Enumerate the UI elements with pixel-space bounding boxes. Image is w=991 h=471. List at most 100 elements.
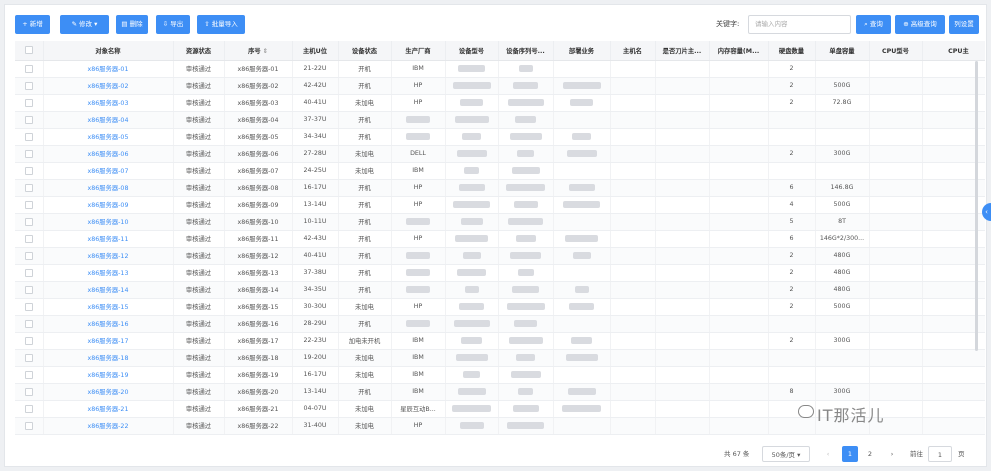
table-row[interactable]: x86服务器-20 审核通过 x86服务器-20 13-14U 开机 IBM 8 300G — [15, 383, 985, 401]
object-name-link[interactable]: x86服务器-19 — [43, 366, 174, 384]
object-name-link[interactable]: x86服务器-22 — [43, 417, 174, 435]
row-checkbox[interactable] — [15, 162, 44, 180]
table-row[interactable]: x86服务器-09 审核通过 x86服务器-09 13-14U 开机 HP 4 500G — [15, 196, 985, 214]
column-header[interactable]: 序号 ⇕ — [224, 41, 293, 61]
select-all-checkbox[interactable] — [15, 41, 44, 61]
table-row[interactable]: x86服务器-18 审核通过 x86服务器-18 19-20U 未加电 IBM — [15, 349, 985, 367]
table-cell: 480G — [815, 281, 870, 299]
keyword-input[interactable]: 请输入内容 — [748, 15, 851, 34]
table-row[interactable]: x86服务器-11 审核通过 x86服务器-11 42-43U 开机 HP 6 146G*2/… — [15, 230, 985, 248]
object-name-link[interactable]: x86服务器-07 — [43, 162, 174, 180]
column-header[interactable]: 设备状态 — [338, 41, 392, 61]
next-page-button[interactable]: › — [884, 446, 900, 462]
edit-dropdown-button[interactable]: ✎ 修改 ▾ — [60, 15, 109, 34]
row-checkbox[interactable] — [15, 247, 44, 265]
column-header[interactable]: 硬盘数量 — [768, 41, 816, 61]
column-header[interactable]: 主机U位 — [292, 41, 339, 61]
row-checkbox[interactable] — [15, 281, 44, 299]
object-name-link[interactable]: x86服务器-17 — [43, 332, 174, 350]
row-checkbox[interactable] — [15, 179, 44, 197]
object-name-link[interactable]: x86服务器-15 — [43, 298, 174, 316]
page-1-button[interactable]: 1 — [842, 446, 858, 462]
column-header[interactable]: 主机名 — [610, 41, 656, 61]
object-name-link[interactable]: x86服务器-08 — [43, 179, 174, 197]
column-header[interactable]: 生产厂商 — [391, 41, 446, 61]
column-header[interactable]: 单盘容量 — [815, 41, 870, 61]
column-header[interactable]: 设备型号 — [445, 41, 499, 61]
delete-button[interactable]: ▤ 删除 — [116, 15, 148, 34]
object-name-link[interactable]: x86服务器-10 — [43, 213, 174, 231]
row-checkbox[interactable] — [15, 332, 44, 350]
row-checkbox[interactable] — [15, 196, 44, 214]
table-row[interactable]: x86服务器-03 审核通过 x86服务器-03 40-41U 未加电 HP 2 72.8G — [15, 94, 985, 112]
batch-import-button[interactable]: ⇧ 批量导入 — [197, 15, 245, 34]
row-checkbox[interactable] — [15, 349, 44, 367]
object-name-link[interactable]: x86服务器-13 — [43, 264, 174, 282]
object-name-link[interactable]: x86服务器-11 — [43, 230, 174, 248]
object-name-link[interactable]: x86服务器-03 — [43, 94, 174, 112]
table-row[interactable]: x86服务器-04 审核通过 x86服务器-04 37-37U 开机 — [15, 111, 985, 129]
row-checkbox[interactable] — [15, 213, 44, 231]
column-header[interactable]: CPU型号 — [869, 41, 923, 61]
table-row[interactable]: x86服务器-01 审核通过 x86服务器-01 21-22U 开机 IBM 2 — [15, 60, 985, 78]
search-button[interactable]: ⌕ 查询 — [856, 15, 891, 34]
object-name-link[interactable]: x86服务器-02 — [43, 77, 174, 95]
row-checkbox[interactable] — [15, 366, 44, 384]
row-checkbox[interactable] — [15, 315, 44, 333]
page-size-select[interactable]: 50条/页 ▾ — [762, 446, 810, 462]
row-checkbox[interactable] — [15, 230, 44, 248]
table-row[interactable]: x86服务器-10 审核通过 x86服务器-10 10-11U 开机 5 8T — [15, 213, 985, 231]
row-checkbox[interactable] — [15, 298, 44, 316]
row-checkbox[interactable] — [15, 111, 44, 129]
object-name-link[interactable]: x86服务器-20 — [43, 383, 174, 401]
row-checkbox[interactable] — [15, 383, 44, 401]
row-checkbox[interactable] — [15, 417, 44, 435]
object-name-link[interactable]: x86服务器-01 — [43, 60, 174, 78]
advanced-search-button[interactable]: ⊕ 高级查询 — [895, 15, 945, 34]
table-cell — [709, 213, 769, 231]
column-header[interactable]: 是否刀片主... — [655, 41, 710, 61]
object-name-link[interactable]: x86服务器-18 — [43, 349, 174, 367]
table-row[interactable]: x86服务器-17 审核通过 x86服务器-17 22-23U 加电未开机 IBM 2 300… — [15, 332, 985, 350]
row-checkbox[interactable] — [15, 94, 44, 112]
row-checkbox[interactable] — [15, 145, 44, 163]
table-row[interactable]: x86服务器-12 审核通过 x86服务器-12 40-41U 开机 2 480G — [15, 247, 985, 265]
column-header[interactable]: 内存容量(M... — [709, 41, 769, 61]
sort-icon[interactable]: ⇕ — [263, 48, 268, 55]
object-name-link[interactable]: x86服务器-12 — [43, 247, 174, 265]
row-checkbox[interactable] — [15, 60, 44, 78]
add-button[interactable]: + 新增 — [15, 15, 50, 34]
column-header[interactable]: 资源状态 — [173, 41, 225, 61]
table-row[interactable]: x86服务器-02 审核通过 x86服务器-02 42-42U 开机 HP 2 500G — [15, 77, 985, 95]
column-header[interactable]: 设备序列号... — [498, 41, 554, 61]
object-name-link[interactable]: x86服务器-09 — [43, 196, 174, 214]
object-name-link[interactable]: x86服务器-04 — [43, 111, 174, 129]
table-row[interactable]: x86服务器-16 审核通过 x86服务器-16 28-29U 开机 — [15, 315, 985, 333]
table-row[interactable]: x86服务器-19 审核通过 x86服务器-19 16-17U 未加电 IBM — [15, 366, 985, 384]
object-name-link[interactable]: x86服务器-06 — [43, 145, 174, 163]
object-name-link[interactable]: x86服务器-14 — [43, 281, 174, 299]
object-name-link[interactable]: x86服务器-05 — [43, 128, 174, 146]
column-header[interactable]: 对象名称 — [43, 41, 174, 61]
row-checkbox[interactable] — [15, 128, 44, 146]
vertical-scrollbar[interactable] — [975, 61, 978, 351]
table-row[interactable]: x86服务器-08 审核通过 x86服务器-08 16-17U 开机 HP 6 146.8G — [15, 179, 985, 197]
goto-page-input[interactable]: 1 — [928, 446, 952, 462]
table-row[interactable]: x86服务器-07 审核通过 x86服务器-07 24-25U 未加电 IBM — [15, 162, 985, 180]
table-row[interactable]: x86服务器-06 审核通过 x86服务器-06 27-28U 未加电 DELL 2 300G — [15, 145, 985, 163]
export-button[interactable]: ⇩ 导出 — [156, 15, 190, 34]
row-checkbox[interactable] — [15, 77, 44, 95]
column-settings-button[interactable]: 列设置 — [949, 15, 979, 34]
row-checkbox[interactable] — [15, 264, 44, 282]
object-name-link[interactable]: x86服务器-21 — [43, 400, 174, 418]
table-row[interactable]: x86服务器-15 审核通过 x86服务器-15 30-30U 未加电 HP 2 500G — [15, 298, 985, 316]
object-name-link[interactable]: x86服务器-16 — [43, 315, 174, 333]
row-checkbox[interactable] — [15, 400, 44, 418]
table-row[interactable]: x86服务器-13 审核通过 x86服务器-13 37-38U 开机 2 480G — [15, 264, 985, 282]
prev-page-button[interactable]: ‹ — [820, 446, 836, 462]
page-2-button[interactable]: 2 — [862, 446, 878, 462]
table-row[interactable]: x86服务器-14 审核通过 x86服务器-14 34-35U 开机 2 480G — [15, 281, 985, 299]
column-header[interactable]: CPU主 — [922, 41, 985, 61]
column-header[interactable]: 部署业务 — [553, 41, 611, 61]
table-row[interactable]: x86服务器-05 审核通过 x86服务器-05 34-34U 开机 — [15, 128, 985, 146]
